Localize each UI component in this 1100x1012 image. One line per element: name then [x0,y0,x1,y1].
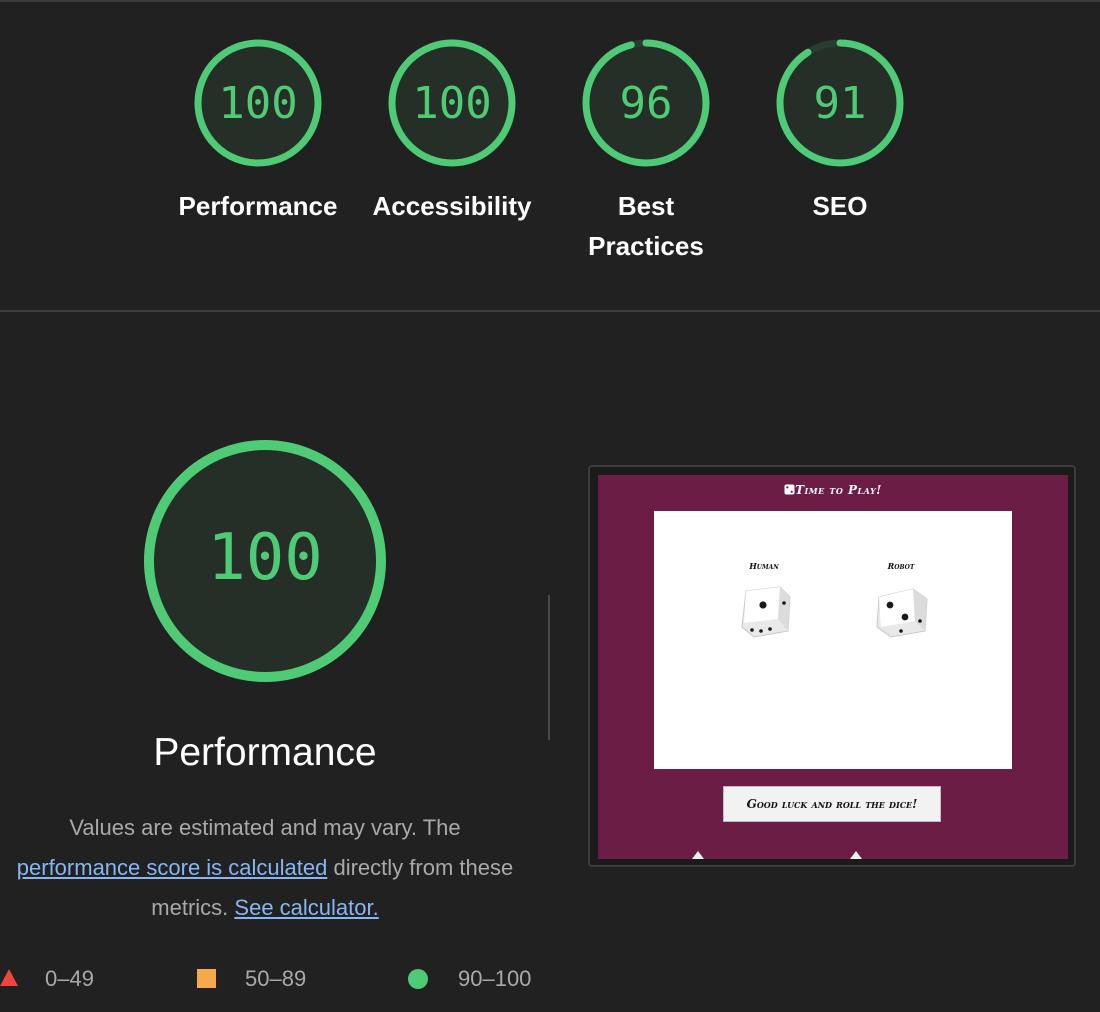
gauge-ring: 100 [194,39,322,167]
robot-die-icon [876,588,928,638]
gauge-label: SEO [812,191,868,221]
dice-card: Human Robot [654,511,1012,769]
gauge-label-line: Best [617,191,675,221]
gauge-label: Performance [178,191,338,221]
fail-triangle-icon [0,969,18,986]
performance-gauge-large: 100 [144,440,386,682]
roll-dice-button[interactable]: Good luck and roll the dice! [723,786,941,822]
gauge-score: 96 [620,78,673,129]
performance-score: 100 [207,521,323,595]
description-text: Values are estimated and may vary. The [69,815,461,840]
gauge-label: Best Practices [556,186,736,266]
gauge-score: 100 [218,78,297,129]
partial-shape [850,851,862,859]
legend-fail-range: 0–49 [45,966,94,991]
see-calculator-link[interactable]: See calculator. [234,895,378,920]
gauge-best-practices[interactable]: 96 Best Practices [556,38,736,266]
lighthouse-report: 100 Performance 100 Accessibility 96 Bes… [0,0,1100,1012]
score-calculated-link[interactable]: performance score is calculated [17,855,328,880]
pass-circle-icon [408,969,428,989]
gauge-score: 100 [412,78,491,129]
score-gauges-row: 100 Performance 100 Accessibility 96 Bes… [0,0,1100,311]
gauge-ring: 100 [388,39,516,167]
gauge-accessibility[interactable]: 100 Accessibility [362,38,542,226]
section-divider [0,310,1100,312]
vertical-divider [548,595,550,740]
human-die-icon [741,586,791,638]
dice-icon [784,484,795,495]
final-screenshot[interactable]: Time to Play! Human Robot Good luck and … [588,465,1076,867]
gauge-ring: 96 [582,39,710,167]
partial-shape [692,851,704,859]
legend-pass-range: 90–100 [458,966,532,991]
screenshot-title: Time to Play! [795,483,882,497]
screenshot-page: Time to Play! Human Robot Good luck and … [598,475,1068,859]
average-square-icon [197,969,216,988]
gauge-seo[interactable]: 91 SEO [750,38,930,226]
robot-label: Robot [887,561,915,571]
legend-average-range: 50–89 [245,966,307,991]
performance-description: Values are estimated and may vary. The p… [10,808,520,928]
screenshot-header: Time to Play! [598,483,1068,497]
gauge-label-line: Practices [588,231,704,261]
gauge-performance[interactable]: 100 Performance [168,38,348,226]
performance-title: Performance [153,731,377,774]
score-legend: 0–49 50–89 90–100 [0,960,560,1000]
gauge-score: 91 [814,78,867,129]
gauge-label: Accessibility [372,191,532,221]
human-label: Human [749,561,779,571]
gauge-ring: 91 [776,39,904,167]
